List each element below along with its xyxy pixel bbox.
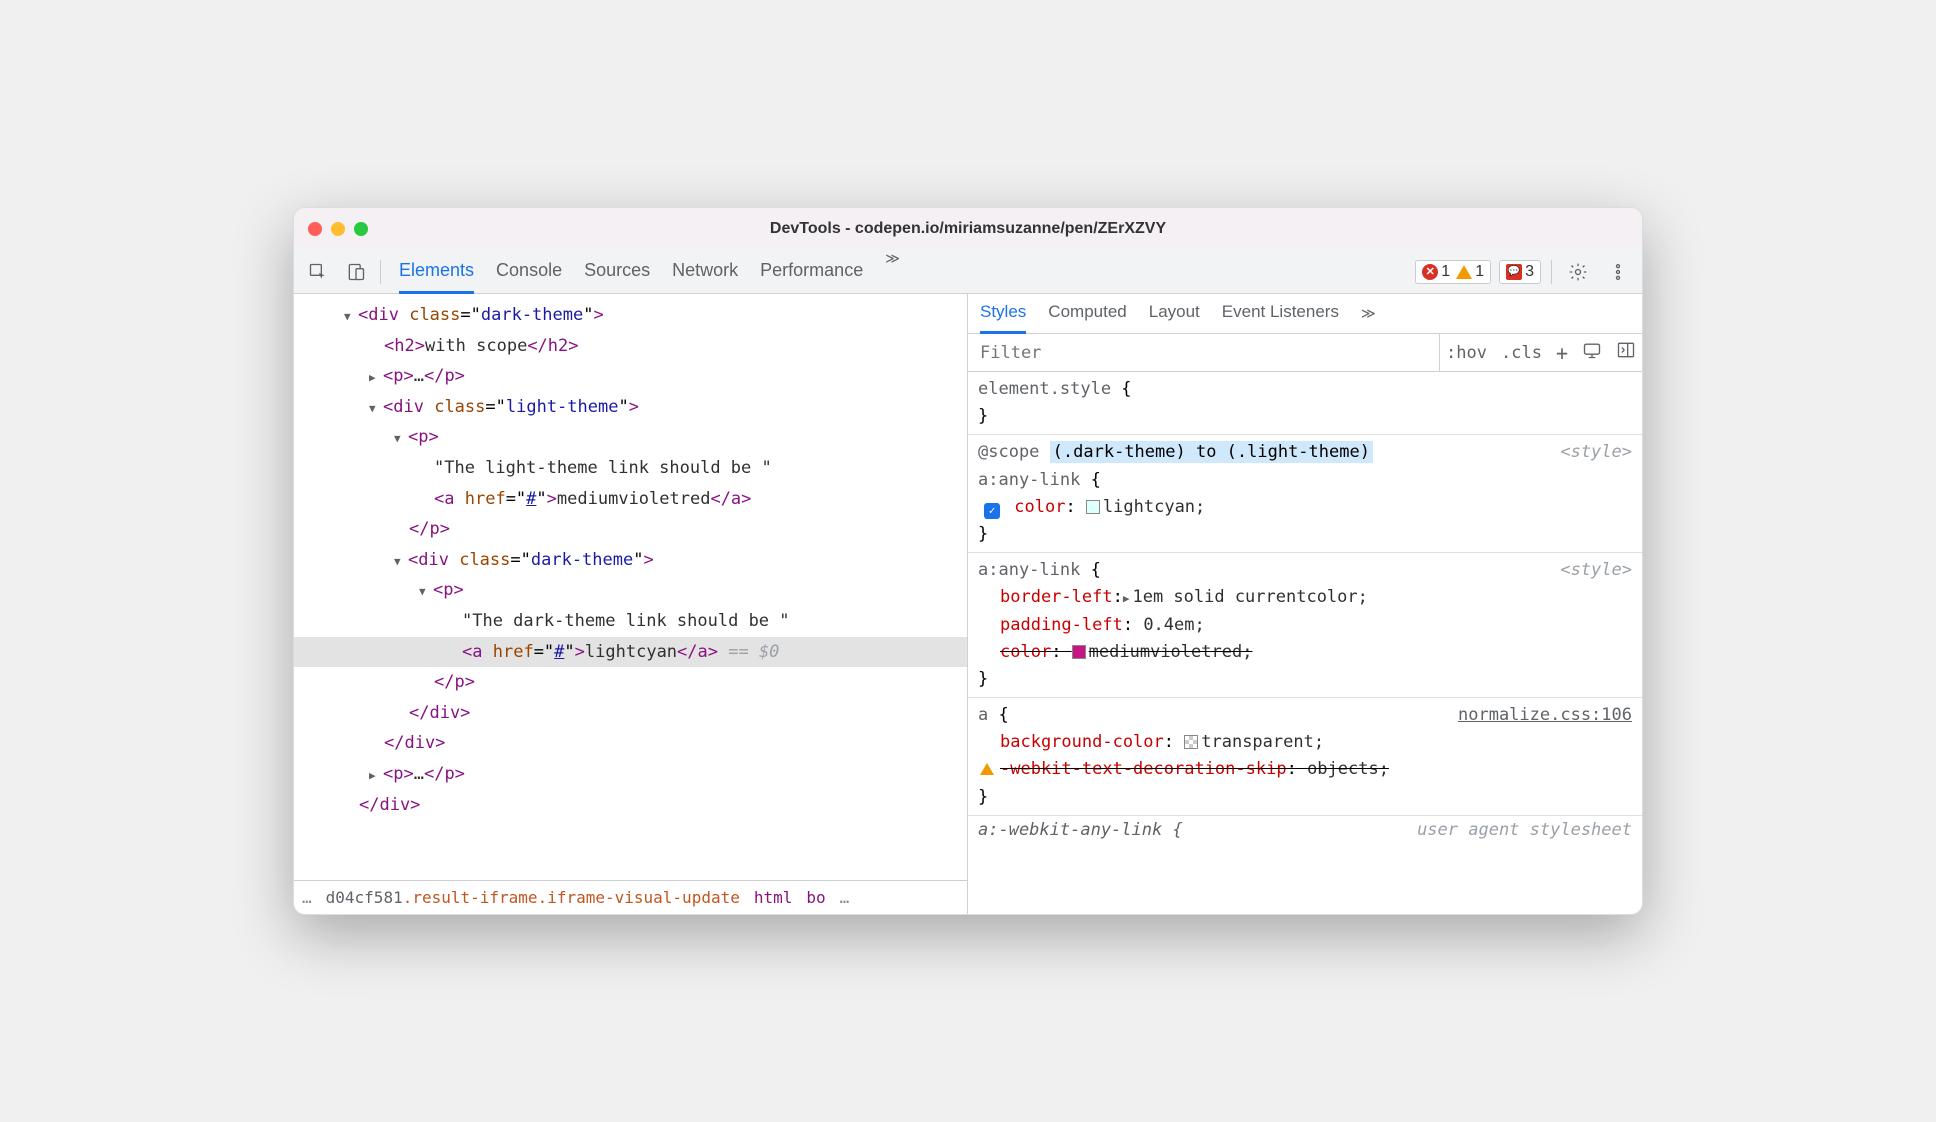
breadcrumb-overflow[interactable]: … xyxy=(302,888,312,907)
dom-node: ▼<div class="dark-theme"> xyxy=(294,545,967,576)
content-area: ▼<div class="dark-theme"> <h2>with scope… xyxy=(294,294,1642,914)
tab-computed[interactable]: Computed xyxy=(1048,293,1126,334)
main-toolbar: Elements Console Sources Network Perform… xyxy=(294,250,1642,294)
css-rule-ua[interactable]: a:-webkit-any-link { user agent styleshe… xyxy=(968,816,1642,844)
tab-styles[interactable]: Styles xyxy=(980,293,1026,334)
breadcrumb-item[interactable]: d04cf581.result-iframe.iframe-visual-upd… xyxy=(326,888,740,907)
css-rule[interactable]: normalize.css:106 a { background-color: … xyxy=(968,698,1642,816)
dom-node: </div> xyxy=(294,698,967,729)
console-badges[interactable]: ✕ 1 1 xyxy=(1415,260,1491,284)
ua-source: user agent stylesheet xyxy=(1417,820,1632,840)
rule-source-link[interactable]: normalize.css:106 xyxy=(1458,702,1632,729)
maximize-window-button[interactable] xyxy=(354,222,368,236)
device-toolbar-icon[interactable] xyxy=(340,256,372,288)
filter-actions: :hov .cls + xyxy=(1440,340,1642,365)
error-count: 1 xyxy=(1441,263,1450,281)
settings-icon[interactable] xyxy=(1562,256,1594,288)
dom-node: ▼<p> xyxy=(294,422,967,453)
breadcrumb-item[interactable]: bo xyxy=(806,888,825,907)
tab-event-listeners[interactable]: Event Listeners xyxy=(1222,293,1339,334)
scope-highlight: (.dark-theme) to (.light-theme) xyxy=(1050,441,1373,463)
css-rule[interactable]: <style> a:any-link { border-left:▶1em so… xyxy=(968,553,1642,698)
dom-node: ▶<p>…</p> xyxy=(294,759,967,790)
color-swatch[interactable] xyxy=(1072,645,1086,659)
css-property[interactable]: padding-left: 0.4em; xyxy=(978,612,1632,639)
warning-icon xyxy=(980,763,994,775)
tab-console[interactable]: Console xyxy=(496,250,562,294)
toolbar-right: ✕ 1 1 💬 3 xyxy=(1415,256,1634,288)
issues-badge[interactable]: 💬 3 xyxy=(1499,260,1541,284)
css-property[interactable]: border-left:▶1em solid currentcolor; xyxy=(978,584,1632,611)
dom-node: ▶<p>…</p> xyxy=(294,361,967,392)
tab-performance[interactable]: Performance xyxy=(760,250,863,294)
tab-layout[interactable]: Layout xyxy=(1149,293,1200,334)
rule-source[interactable]: <style> xyxy=(1560,439,1632,466)
elements-panel: ▼<div class="dark-theme"> <h2>with scope… xyxy=(294,294,968,914)
color-swatch[interactable] xyxy=(1086,500,1100,514)
error-badge[interactable]: ✕ 1 xyxy=(1422,263,1450,281)
close-window-button[interactable] xyxy=(308,222,322,236)
dom-node-selected: <a href="#">lightcyan</a> == $0 xyxy=(294,637,967,668)
filter-row: :hov .cls + xyxy=(968,334,1642,372)
filter-input[interactable] xyxy=(968,334,1440,371)
warning-count: 1 xyxy=(1475,263,1484,281)
breadcrumb-overflow[interactable]: … xyxy=(840,888,850,907)
dom-node: </p> xyxy=(294,514,967,545)
dom-text-node: "The dark-theme link should be " xyxy=(294,606,967,637)
devtools-window: DevTools - codepen.io/miriamsuzanne/pen/… xyxy=(293,207,1643,915)
error-icon: ✕ xyxy=(1422,264,1438,280)
dom-node: <a href="#">mediumvioletred</a> xyxy=(294,484,967,515)
css-property-invalid[interactable]: -webkit-text-decoration-skip: objects; xyxy=(978,756,1632,783)
ua-selector: a:-webkit-any-link { xyxy=(978,820,1183,840)
warning-icon xyxy=(1456,265,1472,279)
css-property[interactable]: background-color: transparent; xyxy=(978,729,1632,756)
separator xyxy=(380,260,381,284)
separator xyxy=(1551,260,1552,284)
color-swatch[interactable] xyxy=(1184,735,1198,749)
dom-tree[interactable]: ▼<div class="dark-theme"> <h2>with scope… xyxy=(294,294,967,880)
hov-button[interactable]: :hov xyxy=(1446,343,1487,363)
tab-network[interactable]: Network xyxy=(672,250,738,294)
more-tabs-icon[interactable]: ≫ xyxy=(885,250,900,294)
dom-node: ▼<div class="light-theme"> xyxy=(294,392,967,423)
traffic-lights xyxy=(308,222,368,236)
dom-node: <h2>with scope</h2> xyxy=(294,331,967,362)
tab-elements[interactable]: Elements xyxy=(399,250,474,294)
new-rule-button[interactable]: + xyxy=(1556,341,1568,365)
dom-node: </p> xyxy=(294,667,967,698)
rule-source[interactable]: <style> xyxy=(1560,557,1632,584)
titlebar: DevTools - codepen.io/miriamsuzanne/pen/… xyxy=(294,208,1642,250)
dom-node: ▼<p> xyxy=(294,575,967,606)
css-rule-scoped[interactable]: <style> @scope (.dark-theme) to (.light-… xyxy=(968,435,1642,553)
styles-list[interactable]: element.style { } <style> @scope (.dark-… xyxy=(968,372,1642,914)
rendering-icon[interactable] xyxy=(1582,340,1602,365)
window-title: DevTools - codepen.io/miriamsuzanne/pen/… xyxy=(770,220,1166,238)
element-style-rule[interactable]: element.style { } xyxy=(968,372,1642,435)
css-property[interactable]: ✓ color: lightcyan; xyxy=(978,494,1632,521)
cls-button[interactable]: .cls xyxy=(1501,343,1542,363)
property-checkbox[interactable]: ✓ xyxy=(984,503,1000,519)
more-menu-icon[interactable] xyxy=(1602,256,1634,288)
minimize-window-button[interactable] xyxy=(331,222,345,236)
dom-node: ▼<div class="dark-theme"> xyxy=(294,300,967,331)
warning-badge[interactable]: 1 xyxy=(1456,263,1484,281)
more-subtabs-icon[interactable]: ≫ xyxy=(1361,305,1376,322)
inspect-element-icon[interactable] xyxy=(302,256,334,288)
breadcrumb[interactable]: … d04cf581.result-iframe.iframe-visual-u… xyxy=(294,880,967,914)
sub-tabs: Styles Computed Layout Event Listeners ≫ xyxy=(968,294,1642,334)
tab-sources[interactable]: Sources xyxy=(584,250,650,294)
issues-count: 3 xyxy=(1525,263,1534,281)
dom-node: </div> xyxy=(294,790,967,821)
breadcrumb-item[interactable]: html xyxy=(754,888,793,907)
dom-text-node: "The light-theme link should be " xyxy=(294,453,967,484)
computed-sidebar-icon[interactable] xyxy=(1616,340,1636,365)
css-property-overridden[interactable]: color: mediumvioletred; xyxy=(978,639,1632,666)
styles-panel: Styles Computed Layout Event Listeners ≫… xyxy=(968,294,1642,914)
main-tabs: Elements Console Sources Network Perform… xyxy=(399,250,900,294)
issues-icon: 💬 xyxy=(1506,264,1522,280)
dom-node: </div> xyxy=(294,728,967,759)
